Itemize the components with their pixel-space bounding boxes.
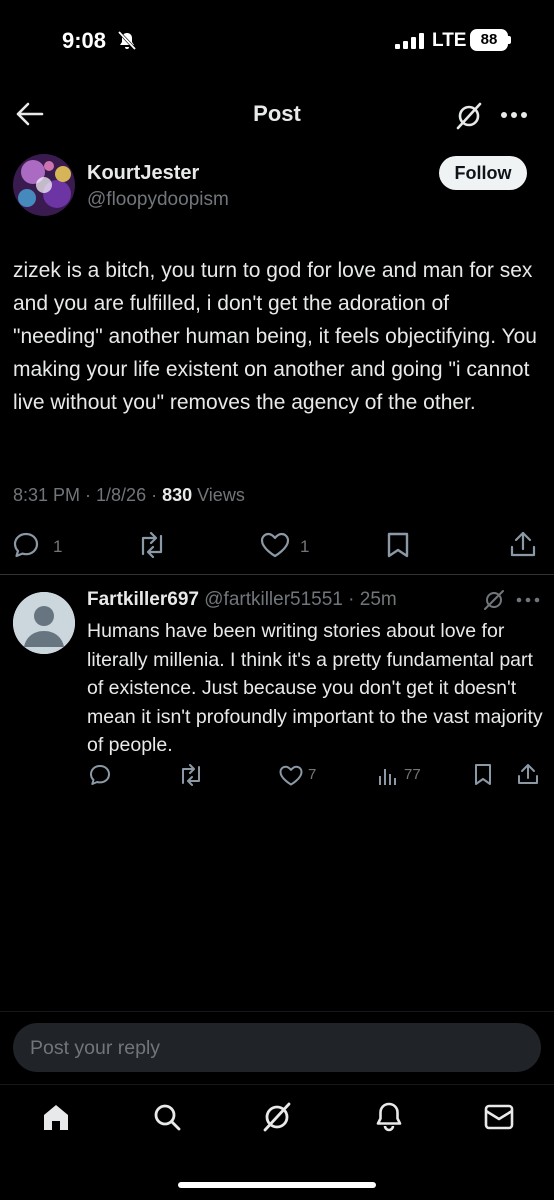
battery-cap	[508, 36, 511, 44]
reply-icon[interactable]	[12, 531, 40, 559]
grok-nav-icon[interactable]	[261, 1101, 293, 1133]
reply-like-count: 7	[308, 766, 317, 783]
reply-text: Humans have been writing stories about l…	[87, 620, 543, 756]
home-icon[interactable]	[41, 1102, 71, 1132]
reply-count: 1	[53, 537, 63, 556]
silent-mode-icon	[116, 31, 138, 51]
views-count: 830	[162, 485, 193, 505]
reply-like-icon[interactable]	[279, 765, 303, 786]
home-indicator[interactable]	[178, 1182, 376, 1188]
post-meta: 8:31 PM · 1/8/26 · 830 Views	[13, 485, 245, 506]
grok-icon[interactable]	[454, 101, 484, 131]
reply-view-count: 77	[404, 766, 421, 783]
more-icon[interactable]	[500, 111, 528, 119]
search-icon[interactable]	[152, 1102, 182, 1132]
share-icon[interactable]	[509, 530, 537, 558]
reply-author-avatar[interactable]	[13, 592, 75, 654]
bookmark-icon[interactable]	[386, 531, 410, 559]
nav-divider	[0, 1084, 554, 1085]
reply-grok-icon[interactable]	[483, 588, 505, 612]
views-icon[interactable]	[378, 766, 398, 786]
network-type: LTE	[432, 30, 467, 51]
composer-divider	[0, 1011, 554, 1012]
reply-share-icon[interactable]	[516, 762, 540, 786]
reply-repost-icon[interactable]	[177, 764, 205, 786]
status-time: 9:08	[62, 28, 107, 53]
reply-header: Fartkiller697 @fartkiller51551 · 25m	[87, 589, 397, 611]
cellular-signal-icon	[395, 33, 425, 49]
views-label: Views	[192, 485, 245, 505]
divider	[0, 574, 554, 575]
post-timestamp: 8:31 PM · 1/8/26 ·	[13, 485, 163, 505]
messages-icon[interactable]	[484, 1104, 514, 1130]
reply-author-handle[interactable]: @fartkiller51551 · 25m	[199, 589, 397, 610]
repost-icon[interactable]	[136, 532, 168, 558]
reply-input-placeholder: Post your reply	[30, 1037, 161, 1059]
author-avatar[interactable]	[13, 154, 75, 216]
reply-more-icon[interactable]	[516, 597, 540, 603]
like-icon[interactable]	[260, 532, 290, 558]
reply-author-name[interactable]: Fartkiller697	[87, 589, 199, 610]
reply-bookmark-icon[interactable]	[473, 763, 493, 787]
author-name[interactable]: KourtJester	[87, 162, 199, 185]
post-text: zizek is a bitch, you turn to god for lo…	[13, 259, 537, 414]
like-count: 1	[300, 537, 310, 556]
notifications-icon[interactable]	[375, 1101, 403, 1133]
battery-level: 88	[470, 29, 508, 51]
reply-reply-icon[interactable]	[88, 763, 112, 787]
follow-button[interactable]: Follow	[439, 156, 527, 190]
author-handle[interactable]: @floopydoopism	[87, 189, 229, 211]
